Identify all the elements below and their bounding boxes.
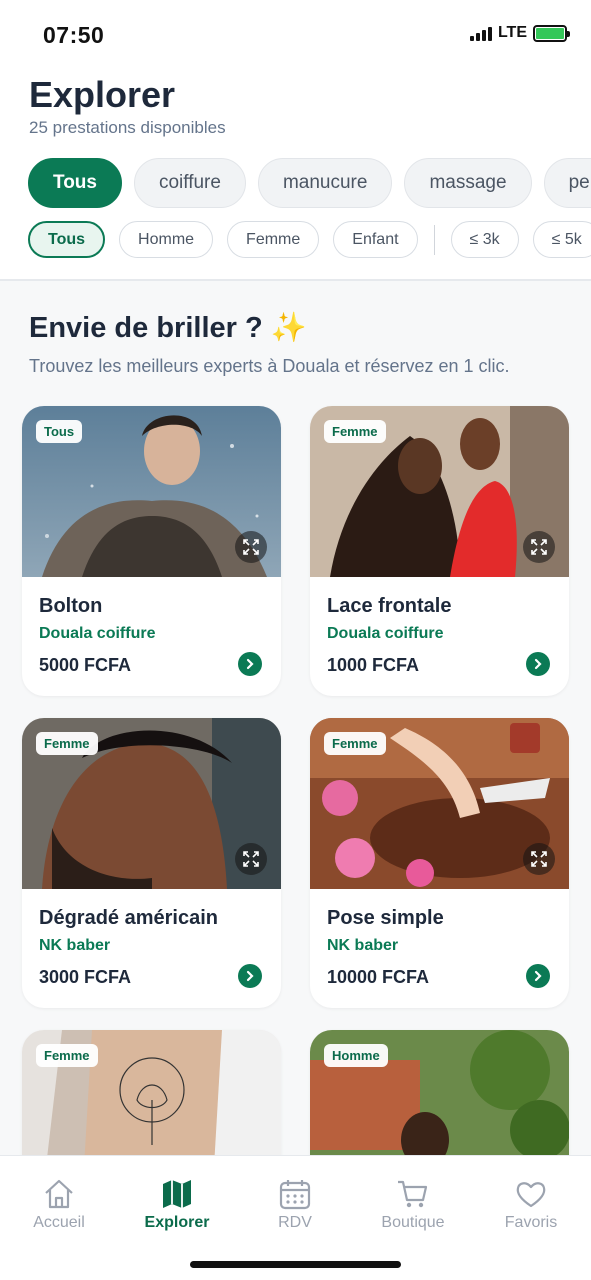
chevron-right-icon[interactable] <box>526 964 550 988</box>
service-badge: Homme <box>324 1044 388 1067</box>
category-chip-tous[interactable]: Tous <box>28 158 122 208</box>
filter-chip-price-3k[interactable]: ≤ 3k <box>450 221 519 258</box>
category-chip-massage[interactable]: massage <box>404 158 532 208</box>
service-badge: Femme <box>324 420 386 443</box>
nav-label: RDV <box>278 1214 312 1231</box>
filter-chip-femme[interactable]: Femme <box>227 221 320 258</box>
status-time: 07:50 <box>43 22 105 48</box>
expand-icon[interactable] <box>523 843 555 875</box>
service-price: 10000 FCFA <box>327 967 430 987</box>
nav-item-explorer[interactable]: Explorer <box>127 1178 227 1232</box>
services-feed[interactable]: Envie de briller ? ✨ Trouvez les meilleu… <box>0 281 591 1155</box>
nav-label: Explorer <box>144 1214 210 1231</box>
nav-item-boutique[interactable]: Boutique <box>363 1178 463 1232</box>
service-price: 5000 FCFA <box>39 655 132 675</box>
service-photo: Tous <box>22 406 281 577</box>
service-card[interactable]: Tous Bolton Douala coiffure 5000 FCFA <box>22 406 281 696</box>
service-name: Lace frontale <box>327 595 452 617</box>
service-photo: Femme <box>310 406 569 577</box>
service-card[interactable]: Femme <box>22 1030 281 1155</box>
filter-separator <box>433 224 435 255</box>
service-shop[interactable]: Douala coiffure <box>39 625 264 643</box>
promo-title: Envie de briller ? ✨ <box>29 312 307 344</box>
nav-item-favoris[interactable]: Favoris <box>481 1178 581 1232</box>
map-icon <box>163 1180 191 1208</box>
service-name: Dégradé américain <box>39 907 218 929</box>
service-card[interactable]: Femme Dégradé américain NK baber 3000 FC… <box>22 718 281 1008</box>
service-shop[interactable]: Douala coiffure <box>327 625 552 643</box>
service-badge: Femme <box>36 1044 98 1067</box>
nav-label: Accueil <box>33 1214 85 1231</box>
expand-icon[interactable] <box>235 531 267 563</box>
status-indicators: LTE <box>469 24 570 42</box>
service-photo: Femme <box>310 718 569 889</box>
service-photo: Femme <box>22 718 281 889</box>
chevron-right-icon[interactable] <box>238 652 262 676</box>
filter-chip-price-5k[interactable]: ≤ 5k <box>532 221 591 258</box>
nav-item-rdv[interactable]: RDV <box>245 1178 345 1232</box>
service-photo: Homme <box>310 1030 569 1155</box>
chevron-right-icon[interactable] <box>526 652 550 676</box>
service-name: Pose simple <box>327 907 444 929</box>
filter-chip-tous[interactable]: Tous <box>28 221 106 258</box>
promo-subtitle: Trouvez les meilleurs experts à Douala e… <box>29 356 510 376</box>
service-badge: Femme <box>36 732 98 755</box>
page-subtitle: 25 prestations disponibles <box>29 118 226 137</box>
nav-label: Favoris <box>504 1214 558 1231</box>
service-name: Bolton <box>39 595 103 617</box>
nav-label: Boutique <box>381 1214 445 1231</box>
category-chips: Tous coiffure manucure massage pe <box>28 158 591 208</box>
chevron-right-icon[interactable] <box>238 964 262 988</box>
expand-icon[interactable] <box>523 531 555 563</box>
service-price: 3000 FCFA <box>39 967 132 987</box>
service-card[interactable]: Femme Lace frontale Douala coiffure 1000… <box>310 406 569 696</box>
home-icon <box>45 1179 73 1209</box>
battery-icon <box>533 24 570 42</box>
category-chip-more[interactable]: pe <box>543 158 591 208</box>
page-header: Explorer 25 prestations disponibles <box>29 74 226 138</box>
service-card[interactable]: Femme Pose simple NK baber 10000 FCFA <box>310 718 569 1008</box>
heart-icon <box>516 1182 546 1208</box>
service-badge: Tous <box>36 420 83 443</box>
category-chip-coiffure[interactable]: coiffure <box>133 158 246 208</box>
service-price: 1000 FCFA <box>327 655 420 675</box>
status-bar: 07:50 LTE <box>0 0 591 70</box>
filter-chips: Tous Homme Femme Enfant ≤ 3k ≤ 5k <box>28 221 591 258</box>
filter-chip-homme[interactable]: Homme <box>119 221 214 258</box>
signal-icon <box>469 25 492 41</box>
filter-chip-enfant[interactable]: Enfant <box>333 221 418 258</box>
service-badge: Femme <box>324 732 386 755</box>
service-shop[interactable]: NK baber <box>327 937 552 955</box>
service-shop[interactable]: NK baber <box>39 937 264 955</box>
network-label: LTE <box>497 24 527 41</box>
page-title: Explorer <box>29 74 176 115</box>
category-chip-manucure[interactable]: manucure <box>257 158 393 208</box>
expand-icon[interactable] <box>235 843 267 875</box>
service-photo: Femme <box>22 1030 281 1155</box>
calendar-icon <box>279 1180 311 1210</box>
cart-icon <box>398 1180 428 1208</box>
home-indicator[interactable] <box>190 1261 401 1268</box>
nav-item-accueil[interactable]: Accueil <box>9 1178 109 1232</box>
service-card[interactable]: Homme <box>310 1030 569 1155</box>
